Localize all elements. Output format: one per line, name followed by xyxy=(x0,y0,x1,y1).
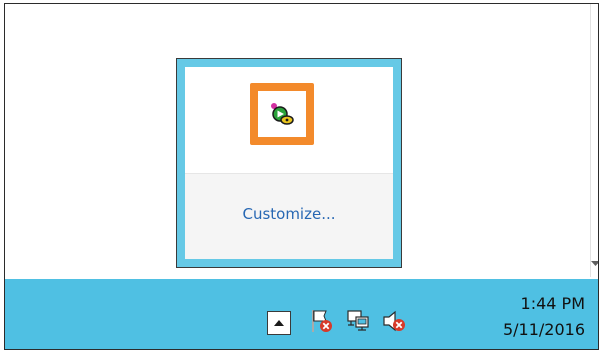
media-player-icon xyxy=(271,103,294,125)
clock-time: 1:44 PM xyxy=(520,294,585,313)
network-tray-icon[interactable] xyxy=(343,306,373,336)
scroll-down-button[interactable] xyxy=(591,258,598,270)
taskbar-clock[interactable]: 1:44 PM 5/11/2016 xyxy=(465,291,585,343)
network-icon xyxy=(347,310,369,331)
highlighted-icon-frame xyxy=(250,83,314,145)
vertical-scrollbar[interactable] xyxy=(590,4,598,277)
taskbar: 1:44 PM 5/11/2016 xyxy=(5,279,598,349)
scroll-down-arrow-icon xyxy=(591,261,598,266)
customize-link[interactable]: Customize... xyxy=(185,205,393,223)
desktop-area: Customize... 1:44 PM 5/11/2016 xyxy=(4,3,599,350)
media-player-tray-icon[interactable] xyxy=(258,91,306,137)
clock-date: 5/11/2016 xyxy=(502,320,585,339)
volume-tray-icon[interactable] xyxy=(379,306,409,336)
popup-divider xyxy=(185,173,393,174)
popup-content: Customize... xyxy=(185,67,393,259)
screen: Customize... 1:44 PM 5/11/2016 xyxy=(0,0,602,353)
overflow-icon-row xyxy=(185,67,393,173)
volume-muted-icon xyxy=(383,310,405,332)
notification-overflow-popup: Customize... xyxy=(176,58,402,268)
show-hidden-icons-button[interactable] xyxy=(267,311,291,335)
action-center-flag-icon xyxy=(312,310,332,332)
chevron-up-icon xyxy=(274,320,284,326)
action-center-tray-icon[interactable] xyxy=(307,306,337,336)
